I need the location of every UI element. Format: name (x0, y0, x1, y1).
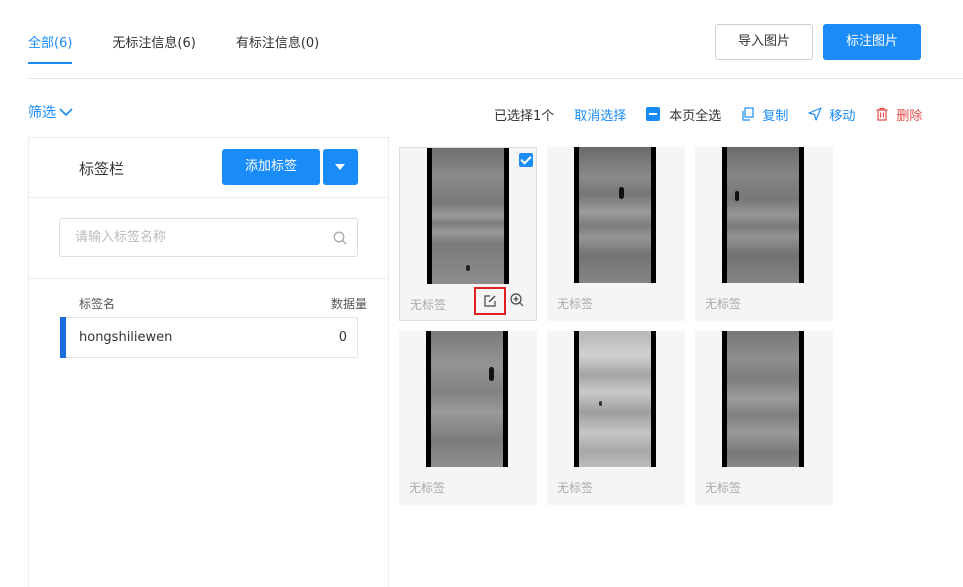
search-icon[interactable] (333, 231, 347, 245)
import-images-button[interactable]: 导入图片 (715, 24, 813, 60)
image-thumbnail (722, 147, 804, 283)
tab-annotated[interactable]: 有标注信息(0) (236, 30, 319, 64)
image-card[interactable]: 无标签 (399, 147, 537, 321)
label-search-box (59, 218, 358, 257)
divider (29, 278, 388, 279)
page-select-all-label: 本页全选 (669, 108, 722, 124)
filter-toggle[interactable]: 筛选 (28, 102, 73, 122)
edit-annotation-button[interactable] (474, 287, 506, 315)
image-label: 无标签 (557, 481, 594, 495)
tab-bar: 全部(6) 无标注信息(6) 有标注信息(0) (28, 30, 359, 64)
selection-toolbar: 已选择1个 取消选择 本页全选 复制 移动 删除 (494, 104, 922, 124)
divider (29, 197, 388, 198)
move-label: 移动 (829, 108, 856, 124)
image-label: 无标签 (705, 481, 742, 495)
column-header-label-name: 标签名 (79, 297, 116, 311)
indeterminate-checkbox[interactable] (646, 107, 661, 121)
copy-icon (742, 107, 754, 121)
image-checkbox-checked[interactable] (519, 153, 533, 167)
edit-icon (484, 295, 496, 307)
image-card[interactable]: 无标签 (399, 331, 537, 505)
add-label-button[interactable]: 添加标签 (222, 149, 320, 185)
image-thumbnail (722, 331, 804, 467)
image-thumbnail (574, 147, 656, 283)
label-count: 0 (338, 330, 347, 345)
image-label: 无标签 (557, 297, 594, 311)
image-label: 无标签 (410, 298, 447, 312)
image-thumbnail (574, 331, 656, 467)
tab-unannotated[interactable]: 无标注信息(6) (112, 30, 195, 64)
add-label-dropdown-button[interactable] (323, 149, 358, 185)
column-header-count: 数据量 (330, 297, 367, 311)
image-card[interactable]: 无标签 (695, 331, 833, 505)
image-thumbnail (426, 331, 508, 467)
zoom-in-icon[interactable] (510, 293, 524, 307)
label-panel-title: 标签栏 (79, 160, 125, 178)
image-card[interactable]: 无标签 (547, 147, 685, 321)
trash-icon (876, 107, 888, 121)
chevron-down-icon (59, 108, 73, 117)
copy-label: 复制 (762, 108, 789, 124)
send-icon (808, 107, 822, 121)
move-action[interactable]: 移动 (808, 105, 855, 124)
label-panel: 标签栏 添加标签 标签名 数据量 hongshiliewen 0 (28, 137, 389, 587)
cancel-selection-link[interactable]: 取消选择 (574, 105, 626, 124)
image-thumbnail (427, 148, 509, 284)
image-label: 无标签 (409, 481, 446, 495)
annotate-images-button[interactable]: 标注图片 (823, 24, 921, 60)
image-card[interactable]: 无标签 (547, 331, 685, 505)
selection-count: 已选择1个 (494, 108, 555, 124)
image-label: 无标签 (705, 297, 742, 311)
page-select-all[interactable]: 本页全选 (646, 105, 721, 124)
label-name: hongshiliewen (79, 330, 173, 345)
copy-action[interactable]: 复制 (741, 105, 788, 124)
delete-action[interactable]: 删除 (875, 105, 922, 124)
label-row[interactable]: hongshiliewen 0 (60, 317, 358, 358)
image-card[interactable]: 无标签 (695, 147, 833, 321)
tab-all[interactable]: 全部(6) (28, 30, 73, 64)
label-color-bar (60, 317, 66, 358)
delete-label: 删除 (896, 108, 923, 124)
filter-label: 筛选 (28, 105, 56, 121)
top-divider (28, 78, 963, 79)
label-search-input[interactable] (60, 219, 310, 256)
